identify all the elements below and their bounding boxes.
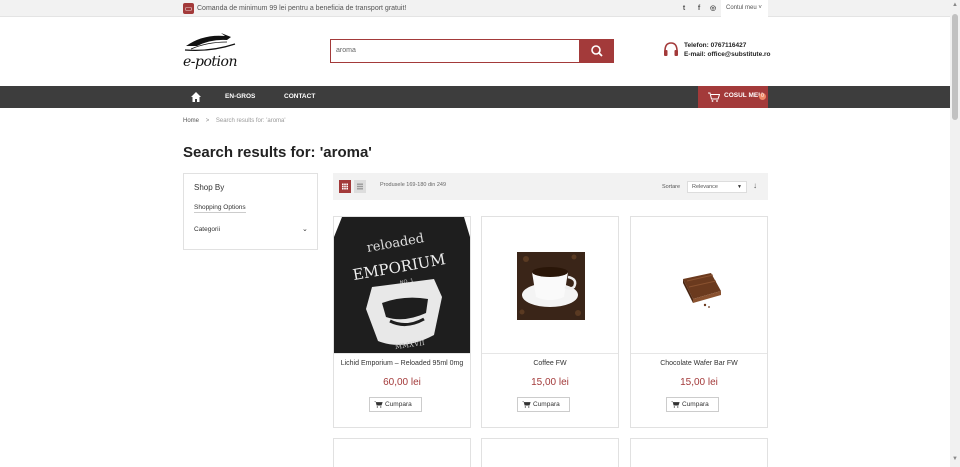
facebook-icon[interactable]: f (694, 3, 704, 14)
main-nav: EN-GROS CONTACT (0, 86, 950, 108)
cart-button[interactable]: COSUL MEU 0 (698, 86, 768, 108)
emporium-bottle-image: reloaded EMPORIUM NO. 1 MMXVII (334, 217, 470, 353)
sort-select[interactable]: Relevance ▼ (687, 181, 747, 193)
grid-view-button[interactable] (339, 180, 351, 193)
product-image[interactable] (631, 217, 767, 354)
cart-icon (374, 401, 383, 408)
page: ▭ Comanda de minimum 99 lei pentru a ben… (0, 0, 960, 467)
shop-by-heading: Shop By (194, 183, 225, 192)
page-title: Search results for: 'aroma' (183, 144, 372, 161)
cart-icon (522, 401, 531, 408)
buy-button[interactable]: Cumpara (517, 397, 570, 412)
twitter-icon[interactable]: t (679, 3, 689, 14)
headset-icon (664, 42, 678, 56)
phone-text: Telefon: 0767116427 (684, 42, 747, 49)
scrollbar[interactable]: ▲ ▼ (950, 0, 960, 467)
breadcrumb-home[interactable]: Home (183, 118, 199, 124)
cart-count-badge: 0 (759, 93, 766, 100)
search-button[interactable] (580, 39, 614, 63)
nav-item-en-gros[interactable]: EN-GROS (225, 86, 255, 108)
scroll-up-icon[interactable]: ▲ (952, 2, 958, 8)
breadcrumb-current: Search results for: 'aroma' (215, 118, 286, 124)
email-text: E-mail: office@substitute.ro (684, 51, 771, 58)
product-toolbar: Produsele 169-180 din 249 Sortare Releva… (333, 173, 768, 200)
product-card[interactable] (630, 438, 768, 467)
top-bar: ▭ Comanda de minimum 99 lei pentru a ben… (0, 0, 950, 17)
filter-sidebar: Shop By Shopping Options Categorii ⌄ (183, 173, 318, 250)
cart-label: COSUL MEU (724, 92, 763, 99)
buy-button-label: Cumpara (385, 401, 412, 408)
truck-icon: ▭ (183, 3, 194, 14)
product-name[interactable]: Lichid Emporium – Reloaded 95ml 0mg (334, 360, 470, 367)
logo-text: e-potion (183, 54, 237, 70)
sort-direction-icon[interactable]: ↓ (753, 181, 757, 190)
product-card[interactable]: Chocolate Wafer Bar FW 15,00 lei Cumpara (630, 216, 768, 428)
product-count: Produsele 169-180 din 249 (380, 182, 447, 188)
product-card[interactable] (333, 438, 471, 467)
product-card[interactable]: reloaded EMPORIUM NO. 1 MMXVII Lichid Em… (333, 216, 471, 428)
list-view-button[interactable] (354, 180, 366, 193)
buy-button-label: Cumpara (682, 401, 709, 408)
product-card[interactable] (481, 438, 619, 467)
home-icon[interactable] (190, 91, 202, 103)
search-input[interactable]: aroma (330, 39, 580, 63)
shopping-options-label: Shopping Options (194, 204, 246, 213)
product-price: 15,00 lei (680, 377, 718, 388)
contact-info: Telefon: 0767116427 E-mail: office@subst… (684, 41, 771, 59)
breadcrumb: Home > Search results for: 'aroma' (183, 118, 286, 124)
product-image[interactable]: reloaded EMPORIUM NO. 1 MMXVII (334, 217, 470, 354)
product-card[interactable]: Coffee FW 15,00 lei Cumpara (481, 216, 619, 428)
chevron-down-icon: ▼ (737, 184, 742, 190)
account-label: Contul meu (726, 5, 757, 11)
chevron-down-icon[interactable]: ⌄ (302, 225, 308, 233)
buy-button[interactable]: Cumpara (369, 397, 422, 412)
nav-item-contact[interactable]: CONTACT (284, 86, 315, 108)
breadcrumb-separator: > (205, 118, 210, 124)
promo-text: Comanda de minimum 99 lei pentru a benef… (197, 5, 407, 12)
product-price: 60,00 lei (383, 377, 421, 388)
scrollbar-thumb[interactable] (952, 14, 958, 120)
categories-filter[interactable]: Categorii (194, 226, 220, 233)
search-icon (591, 45, 603, 57)
chocolate-wafer-image (683, 273, 721, 308)
cart-icon (671, 401, 680, 408)
product-image[interactable] (482, 217, 618, 354)
scroll-down-icon[interactable]: ▼ (952, 456, 958, 462)
product-name[interactable]: Chocolate Wafer Bar FW (631, 360, 767, 367)
list-icon (357, 183, 363, 190)
instagram-icon[interactable]: ◎ (708, 3, 718, 14)
chevron-down-icon: ˅ (758, 5, 762, 11)
coffee-cup-image (517, 252, 585, 320)
buy-button-label: Cumpara (533, 401, 560, 408)
sort-label: Sortare (662, 184, 681, 190)
sort-value: Relevance (692, 184, 718, 190)
cart-icon (708, 92, 720, 102)
product-name[interactable]: Coffee FW (482, 360, 618, 367)
account-dropdown[interactable]: Contul meu ˅ (721, 0, 768, 17)
product-price: 15,00 lei (531, 377, 569, 388)
grid-icon (342, 183, 348, 190)
buy-button[interactable]: Cumpara (666, 397, 719, 412)
